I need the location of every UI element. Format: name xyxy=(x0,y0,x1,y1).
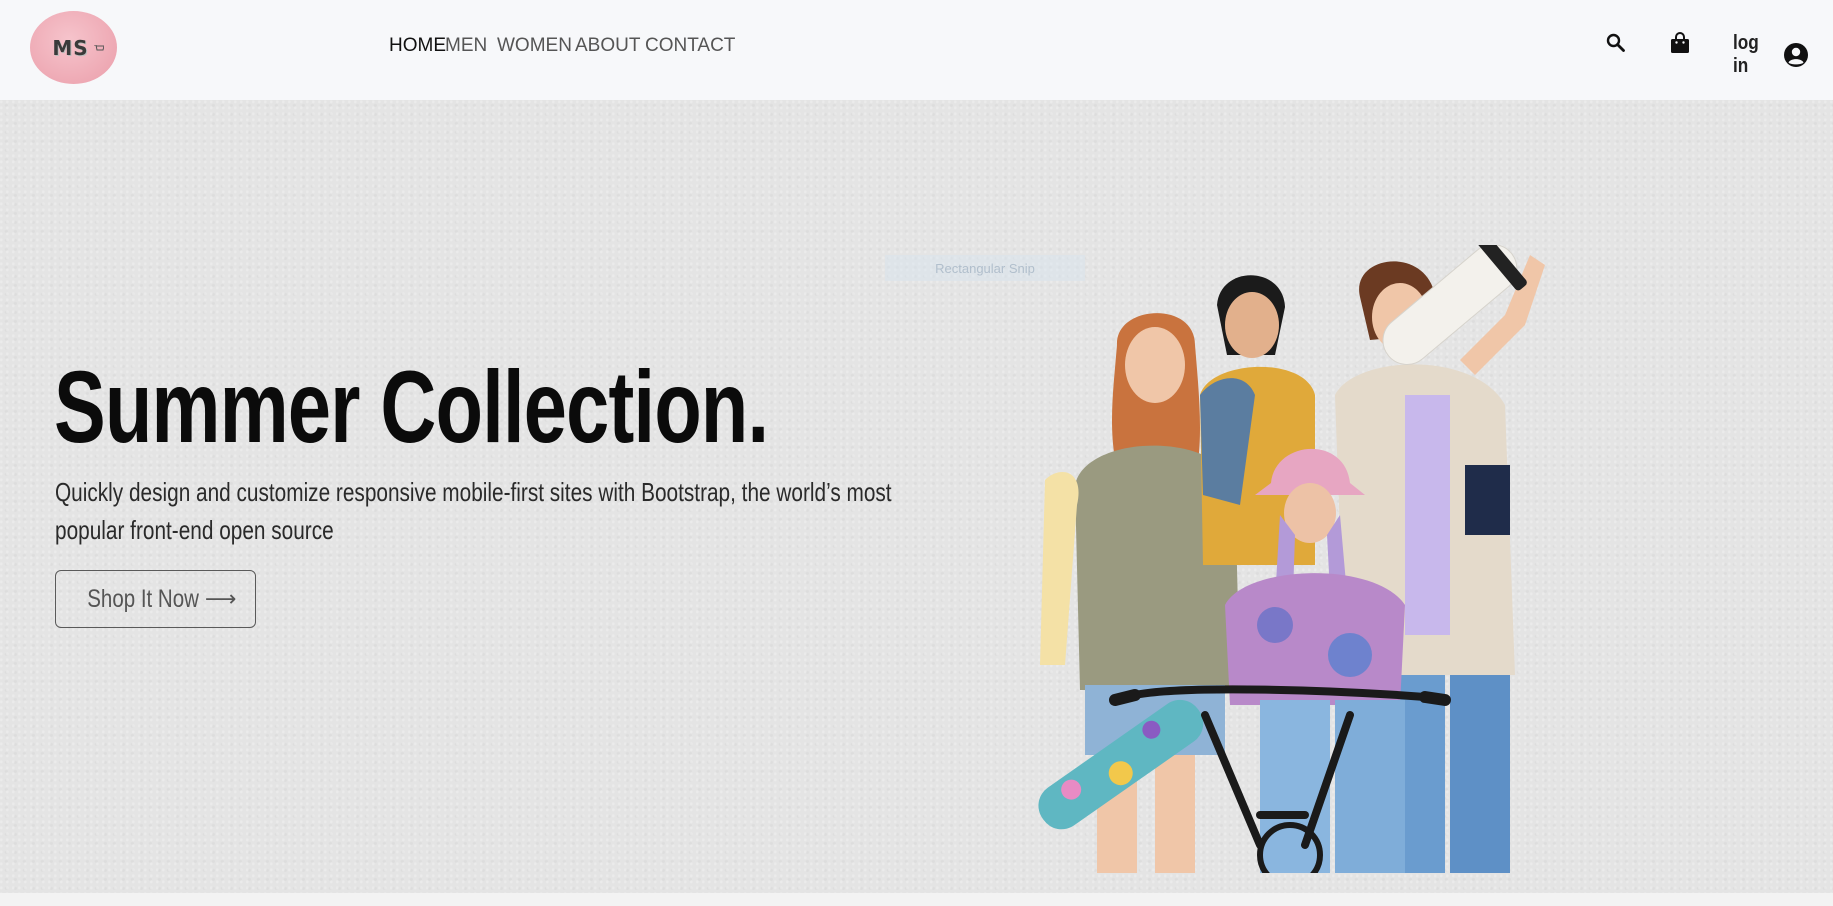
search-button[interactable] xyxy=(1604,31,1628,55)
arrow-right-icon: ⟶ xyxy=(204,586,237,612)
hero-image xyxy=(1038,245,1545,873)
nav-item-men[interactable]: MEN xyxy=(445,35,487,56)
shopping-bag-icon xyxy=(1671,32,1689,53)
login-label: log in xyxy=(1733,32,1759,77)
hero-subtitle-line-1: Quickly design and customize responsive … xyxy=(55,477,892,507)
cart-icon xyxy=(94,45,104,51)
brand-logo[interactable]: MS xyxy=(30,11,117,84)
nav-item-contact[interactable]: CONTACT xyxy=(645,35,735,56)
user-circle-icon xyxy=(1784,43,1808,67)
login-button[interactable]: log in xyxy=(1733,32,1809,78)
hero-subtitle: Quickly design and customize responsive … xyxy=(55,473,892,549)
bottom-divider xyxy=(0,893,1833,906)
nav-item-women[interactable]: WOMEN xyxy=(497,35,572,56)
logo-text: MS xyxy=(52,35,89,60)
cart-button[interactable] xyxy=(1668,31,1692,55)
shop-now-button[interactable]: Shop It Now ⟶ xyxy=(55,570,256,628)
navbar: MS HOME MEN WOMEN ABOUT CONTACT log in xyxy=(0,0,1833,100)
main-nav: HOME MEN WOMEN ABOUT CONTACT xyxy=(389,35,735,57)
shop-now-label: Shop It Now xyxy=(86,584,199,613)
hero-section: Rectangular Snip Summer Collection. Quic… xyxy=(0,100,1833,893)
nav-item-home[interactable]: HOME xyxy=(389,35,446,56)
nav-item-about[interactable]: ABOUT xyxy=(575,35,640,56)
hero-subtitle-line-2: popular front-end open source xyxy=(55,515,334,545)
hero-title: Summer Collection. xyxy=(54,350,769,464)
search-icon xyxy=(1606,33,1625,52)
